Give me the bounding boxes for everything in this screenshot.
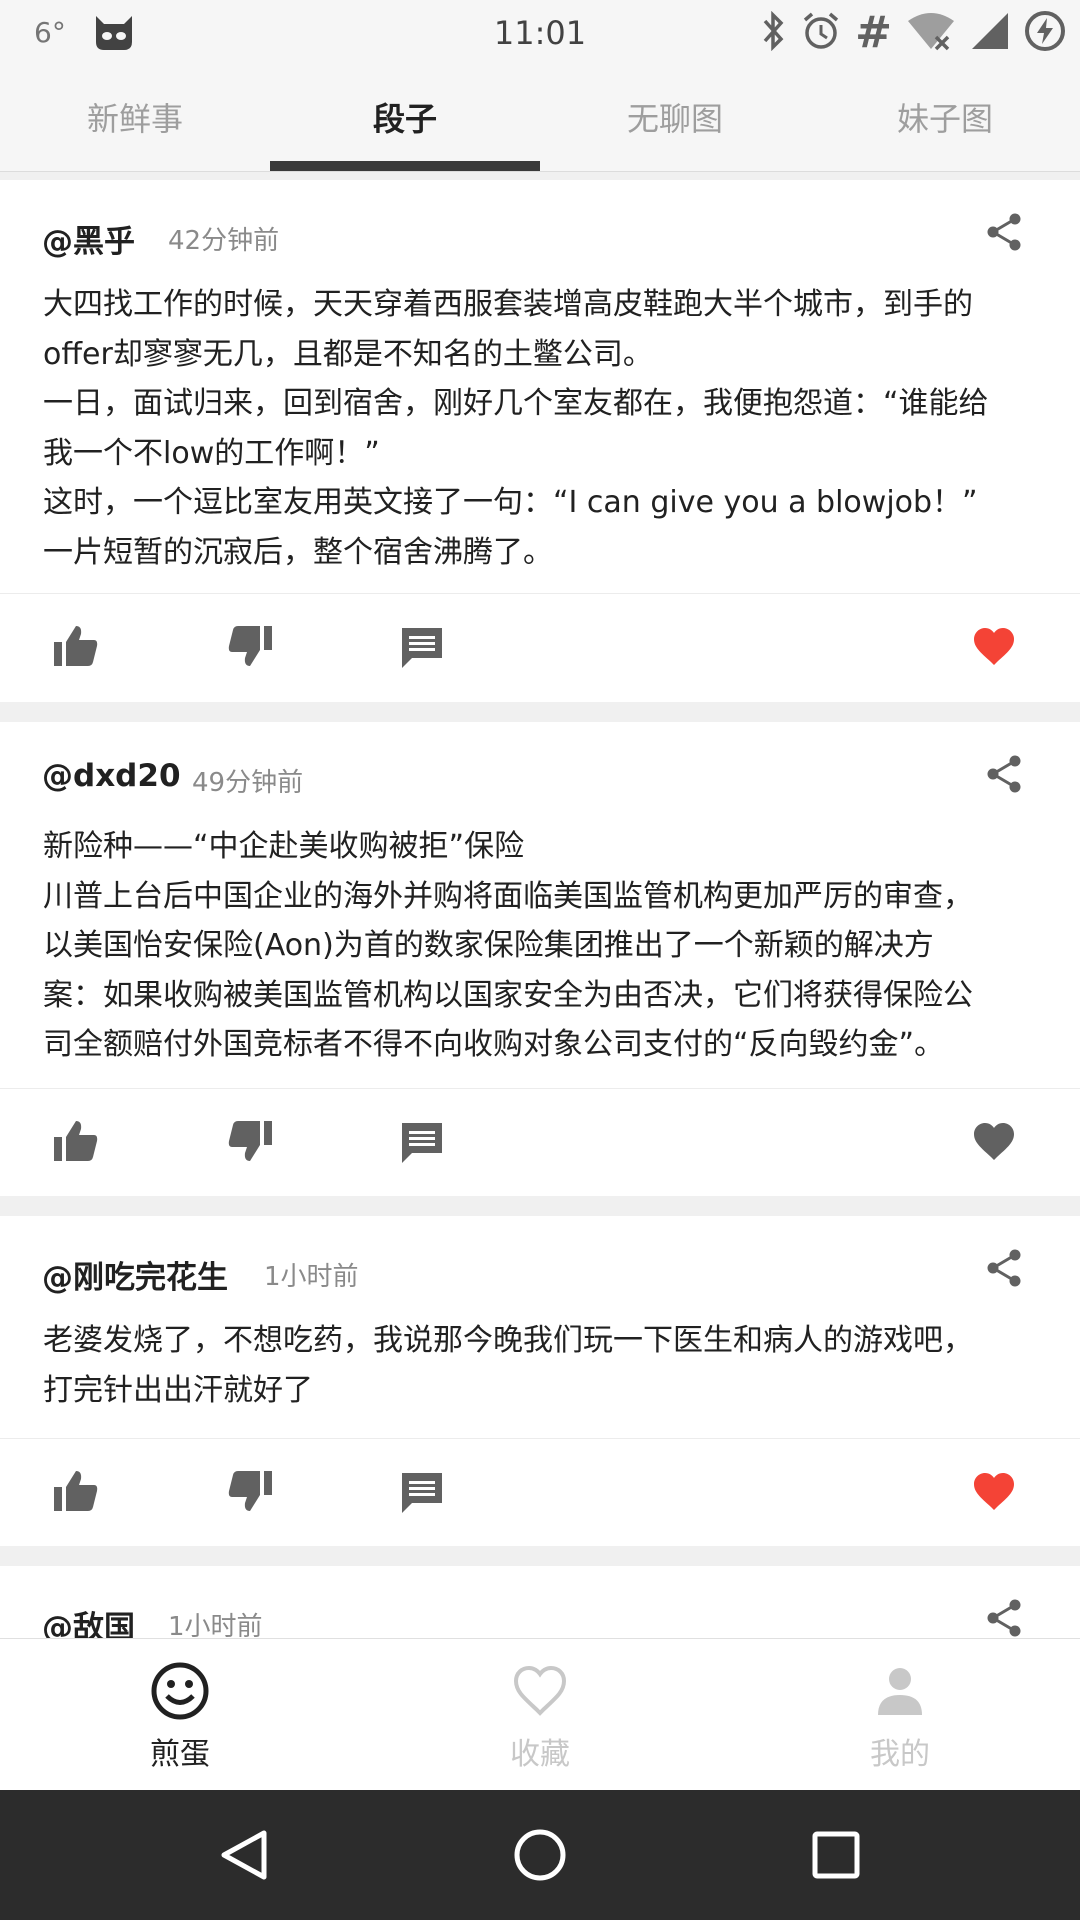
- share-icon[interactable]: [984, 1248, 1024, 1288]
- post-time: 1小时前: [168, 1612, 263, 1638]
- tab-indicator: [270, 161, 540, 171]
- recents-icon[interactable]: [806, 1825, 866, 1885]
- person-icon: [878, 1668, 922, 1715]
- share-icon[interactable]: [984, 1598, 1024, 1638]
- tab-news[interactable]: 新鲜事: [0, 66, 270, 172]
- comment-icon[interactable]: [398, 622, 446, 670]
- alarm-icon: [801, 11, 841, 55]
- share-icon[interactable]: [984, 212, 1024, 252]
- post-content: 新险种——“中企赴美收购被拒”保险 川普上台后中国企业的海外并购将面临美国监管机…: [43, 829, 973, 1062]
- post-actions: [0, 1438, 1080, 1546]
- post-card: @刚吃完花生 1小时前 老婆发烧了，不想吃药，我说那今晚我们玩一下医生和病人的游…: [0, 1216, 1080, 1546]
- post-time: 49分钟前: [192, 768, 304, 798]
- nav-jandan[interactable]: 煎蛋: [0, 1639, 360, 1791]
- joke-feed[interactable]: @黑乎 42分钟前 大四找工作的时候，天天穿着西服套装增高皮鞋跑大半个城市，到手…: [0, 172, 1080, 1638]
- bottom-navigation: 煎蛋 收藏 我的: [0, 1638, 1080, 1790]
- post-card: @dxd20 49分钟前 新险种——“中企赴美收购被拒”保险 川普上台后中国企业…: [0, 722, 1080, 1196]
- nav-profile[interactable]: 我的: [720, 1639, 1080, 1791]
- thumbs-down-icon[interactable]: [226, 1117, 274, 1165]
- comment-icon[interactable]: [398, 1467, 446, 1515]
- post-time: 42分钟前: [168, 226, 280, 256]
- tab-jokes[interactable]: 段子: [270, 66, 540, 172]
- thumbs-down-icon[interactable]: [226, 622, 274, 670]
- post-content: 老婆发烧了，不想吃药，我说那今晚我们玩一下医生和病人的游戏吧， 打完针出出汗就好…: [43, 1323, 973, 1408]
- post-author[interactable]: @敌国: [42, 1602, 135, 1638]
- nav-label: 我的: [870, 1737, 930, 1772]
- battery-charging-icon: [1024, 10, 1066, 56]
- tab-girl-pics[interactable]: 妹子图: [810, 66, 1080, 172]
- hash-icon: #: [855, 7, 892, 58]
- thumbs-down-icon[interactable]: [226, 1467, 274, 1515]
- comment-icon[interactable]: [398, 1117, 446, 1165]
- status-icons: #: [745, 10, 1066, 56]
- thumbs-up-icon[interactable]: [52, 1117, 100, 1165]
- nav-label: 收藏: [510, 1737, 570, 1772]
- bluetooth-icon: [759, 10, 787, 55]
- favorite-heart-icon[interactable]: [970, 1117, 1018, 1165]
- post-author[interactable]: @黑乎: [42, 216, 135, 261]
- nav-label: 煎蛋: [150, 1737, 210, 1772]
- post-content: 大四找工作的时候，天天穿着西服套装增高皮鞋跑大半个城市，到手的 offer却寥寥…: [43, 287, 989, 570]
- favorite-heart-icon[interactable]: [970, 1467, 1018, 1515]
- smiley-icon: [151, 1662, 209, 1720]
- nav-favorites[interactable]: 收藏: [360, 1639, 720, 1791]
- post-card: @黑乎 42分钟前 大四找工作的时候，天天穿着西服套装增高皮鞋跑大半个城市，到手…: [0, 180, 1080, 702]
- back-icon[interactable]: [214, 1825, 274, 1885]
- post-actions: [0, 593, 1080, 701]
- share-icon[interactable]: [984, 754, 1024, 794]
- post-time: 1小时前: [264, 1262, 359, 1292]
- favorite-heart-icon[interactable]: [970, 622, 1018, 670]
- status-bar: 6° 11:01 #: [0, 0, 1080, 66]
- post-actions: [0, 1088, 1080, 1196]
- signal-icon: [970, 11, 1010, 55]
- post-author[interactable]: @刚吃完花生: [42, 1252, 228, 1297]
- thumbs-up-icon[interactable]: [52, 1467, 100, 1515]
- home-icon[interactable]: [510, 1825, 570, 1885]
- wifi-icon: [906, 11, 956, 55]
- thumbs-up-icon[interactable]: [52, 622, 100, 670]
- post-author[interactable]: @dxd20: [42, 758, 181, 794]
- category-tabs: 新鲜事 段子 无聊图 妹子图: [0, 66, 1080, 172]
- post-card: @敌国 1小时前: [0, 1566, 1080, 1638]
- tab-boring-pics[interactable]: 无聊图: [540, 66, 810, 172]
- heart-icon: [513, 1665, 567, 1716]
- system-navigation-bar: [0, 1790, 1080, 1920]
